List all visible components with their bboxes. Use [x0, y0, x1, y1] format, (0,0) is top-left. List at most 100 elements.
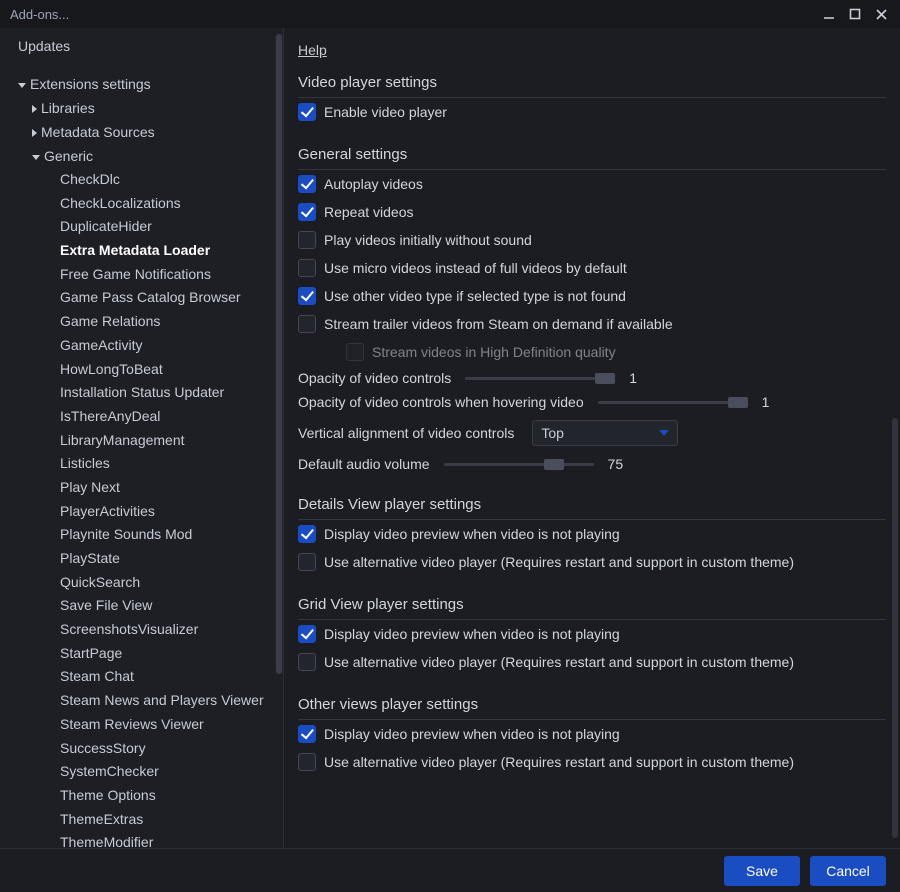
sidebar-item-label: ScreenshotsVisualizer: [60, 621, 198, 637]
sidebar-item-label: Extensions settings: [30, 76, 151, 92]
sidebar-item-libraries[interactable]: Libraries: [0, 96, 277, 120]
checkbox-label: Use alternative video player (Requires r…: [324, 654, 794, 670]
sidebar-item-generic-entry[interactable]: StartPage: [0, 642, 277, 666]
content-scrollbar[interactable]: [892, 418, 898, 838]
section-heading-other: Other views player settings: [298, 696, 886, 713]
sidebar-item-generic-entry[interactable]: SystemChecker: [0, 760, 277, 784]
sidebar-item-label: StartPage: [60, 645, 122, 661]
sidebar-item-label: Libraries: [41, 100, 95, 116]
checkbox-stream-hd: [346, 343, 364, 361]
sidebar-item-label: Steam Reviews Viewer: [60, 716, 204, 732]
sidebar-item-generic-entry[interactable]: Game Relations: [0, 310, 277, 334]
sidebar-item-generic-entry[interactable]: ThemeExtras: [0, 808, 277, 832]
minimize-icon[interactable]: [816, 3, 842, 25]
sidebar-scrollbar[interactable]: [275, 34, 283, 674]
sidebar-item-generic-entry[interactable]: Listicles: [0, 452, 277, 476]
sidebar-item-generic-entry[interactable]: Playnite Sounds Mod: [0, 523, 277, 547]
sidebar-item-generic-entry[interactable]: Steam News and Players Viewer: [0, 689, 277, 713]
chevron-down-icon: [32, 155, 40, 160]
sidebar-item-generic-entry[interactable]: DuplicateHider: [0, 215, 277, 239]
sidebar-item-label: Installation Status Updater: [60, 384, 224, 400]
sidebar-item-label: Updates: [18, 38, 70, 54]
slider-value: 1: [629, 370, 637, 386]
sidebar-item-generic-entry[interactable]: PlayerActivities: [0, 500, 277, 524]
checkbox-grid-preview[interactable]: [298, 625, 316, 643]
chevron-down-icon: [659, 430, 669, 436]
sidebar-item-label: PlayerActivities: [60, 503, 155, 519]
checkbox-play-muted[interactable]: [298, 231, 316, 249]
slider-opacity-hover[interactable]: [598, 395, 748, 409]
checkbox-label: Use alternative video player (Requires r…: [324, 554, 794, 570]
checkbox-label: Repeat videos: [324, 204, 414, 220]
sidebar-item-generic[interactable]: Generic: [0, 144, 277, 168]
sidebar-item-label: PlayState: [60, 550, 120, 566]
sidebar-item-label: Game Relations: [60, 313, 160, 329]
checkbox-label: Display video preview when video is not …: [324, 526, 620, 542]
sidebar-item-generic-entry[interactable]: LibraryManagement: [0, 429, 277, 453]
titlebar: Add-ons...: [0, 0, 900, 28]
checkbox-fallback-type[interactable]: [298, 287, 316, 305]
sidebar-item-generic-entry[interactable]: PlayState: [0, 547, 277, 571]
section-heading-details: Details View player settings: [298, 496, 886, 513]
sidebar-item-label: SuccessStory: [60, 740, 146, 756]
content-panel: Help Video player settings Enable video …: [284, 28, 900, 848]
cancel-button[interactable]: Cancel: [810, 856, 886, 886]
sidebar-item-generic-entry[interactable]: SuccessStory: [0, 737, 277, 761]
section-heading-general: General settings: [298, 146, 886, 163]
sidebar-item-label: ThemeModifier: [60, 834, 153, 848]
sidebar-item-generic-entry[interactable]: Theme Options: [0, 784, 277, 808]
sidebar-item-generic-entry[interactable]: Game Pass Catalog Browser: [0, 286, 277, 310]
sidebar-item-updates[interactable]: Updates: [0, 34, 277, 58]
checkbox-autoplay[interactable]: [298, 175, 316, 193]
sidebar-item-generic-entry[interactable]: Free Game Notifications: [0, 263, 277, 287]
save-button[interactable]: Save: [724, 856, 800, 886]
select-label: Vertical alignment of video controls: [298, 425, 514, 441]
checkbox-details-preview[interactable]: [298, 525, 316, 543]
sidebar-item-generic-entry[interactable]: CheckLocalizations: [0, 192, 277, 216]
sidebar-item-label: Metadata Sources: [41, 124, 155, 140]
sidebar-item-extensions-settings[interactable]: Extensions settings: [0, 72, 277, 96]
checkbox-enable-video-player[interactable]: [298, 103, 316, 121]
sidebar-item-label: LibraryManagement: [60, 432, 185, 448]
sidebar-item-label: Free Game Notifications: [60, 266, 211, 282]
footer: Save Cancel: [0, 848, 900, 892]
sidebar-item-generic-entry[interactable]: GameActivity: [0, 334, 277, 358]
sidebar-item-metadata-sources[interactable]: Metadata Sources: [0, 120, 277, 144]
checkbox-stream-trailer[interactable]: [298, 315, 316, 333]
sidebar-item-generic-entry[interactable]: CheckDlc: [0, 168, 277, 192]
checkbox-label: Play videos initially without sound: [324, 232, 532, 248]
checkbox-label: Stream videos in High Definition quality: [372, 344, 616, 360]
slider-label: Opacity of video controls: [298, 370, 451, 386]
sidebar-item-generic-entry[interactable]: Play Next: [0, 476, 277, 500]
maximize-icon[interactable]: [842, 3, 868, 25]
sidebar-item-label: ThemeExtras: [60, 811, 143, 827]
checkbox-use-micro[interactable]: [298, 259, 316, 277]
sidebar-item-generic-entry[interactable]: ThemeModifier: [0, 831, 277, 848]
checkbox-other-alt-player[interactable]: [298, 753, 316, 771]
close-icon[interactable]: [868, 3, 894, 25]
checkbox-repeat[interactable]: [298, 203, 316, 221]
slider-volume[interactable]: [444, 457, 594, 471]
sidebar-item-generic-entry[interactable]: IsThereAnyDeal: [0, 405, 277, 429]
help-link[interactable]: Help: [298, 42, 327, 58]
chevron-right-icon: [32, 105, 37, 113]
checkbox-other-preview[interactable]: [298, 725, 316, 743]
sidebar-item-label: Play Next: [60, 479, 120, 495]
slider-opacity[interactable]: [465, 371, 615, 385]
sidebar-item-generic-entry[interactable]: QuickSearch: [0, 571, 277, 595]
chevron-down-icon: [18, 83, 26, 88]
sidebar-item-generic-entry[interactable]: Steam Chat: [0, 665, 277, 689]
sidebar-item-generic-entry[interactable]: HowLongToBeat: [0, 358, 277, 382]
sidebar-item-generic-entry[interactable]: ScreenshotsVisualizer: [0, 618, 277, 642]
select-value: Top: [541, 425, 564, 441]
sidebar-item-generic-entry[interactable]: Steam Reviews Viewer: [0, 713, 277, 737]
slider-value: 75: [608, 456, 624, 472]
sidebar-item-label: GameActivity: [60, 337, 142, 353]
checkbox-label: Display video preview when video is not …: [324, 726, 620, 742]
checkbox-grid-alt-player[interactable]: [298, 653, 316, 671]
sidebar-item-generic-entry[interactable]: Extra Metadata Loader: [0, 239, 277, 263]
select-vertical-alignment[interactable]: Top: [532, 420, 678, 446]
checkbox-details-alt-player[interactable]: [298, 553, 316, 571]
sidebar-item-generic-entry[interactable]: Installation Status Updater: [0, 381, 277, 405]
sidebar-item-generic-entry[interactable]: Save File View: [0, 594, 277, 618]
